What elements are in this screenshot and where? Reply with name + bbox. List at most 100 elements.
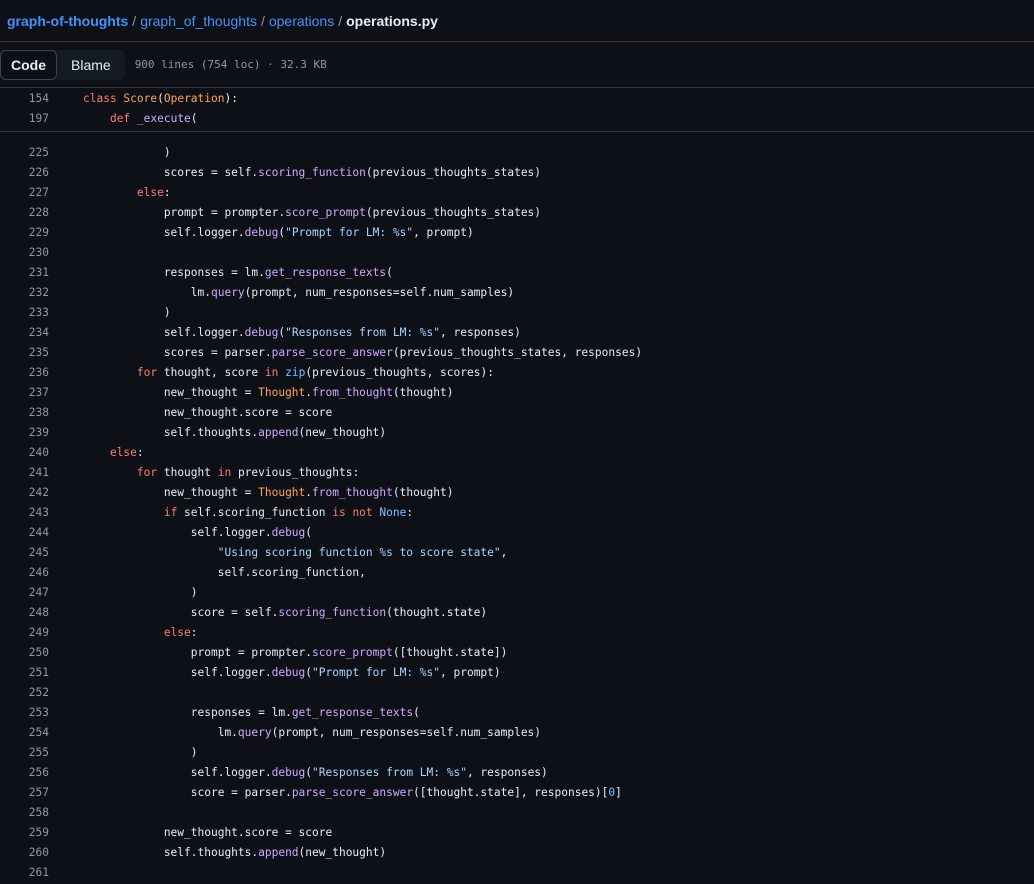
sticky-scope-header: 154 class Score(Operation): 197 def _execu… xyxy=(0,88,1034,132)
line-number[interactable]: 197 xyxy=(0,109,49,129)
line-number[interactable]: 249 xyxy=(0,623,49,643)
code-text: self.scoring_function, xyxy=(49,563,366,583)
code-token: class xyxy=(83,92,124,105)
code-token: zip xyxy=(285,366,306,379)
code-line: 258 xyxy=(0,803,1034,823)
line-number[interactable]: 260 xyxy=(0,843,49,863)
line-number[interactable]: 232 xyxy=(0,283,49,303)
code-token: , responses) xyxy=(466,766,548,779)
line-number[interactable]: 233 xyxy=(0,303,49,323)
line-number[interactable]: 252 xyxy=(0,683,49,703)
code-token: get_response_texts xyxy=(291,706,414,719)
code-token: (prompt, num_responses=self.num_samples) xyxy=(244,286,515,299)
code-token: self.logger. xyxy=(83,326,245,339)
code-token: parse_score_answer xyxy=(271,346,393,359)
code-text: responses = lm.get_response_texts( xyxy=(49,263,393,283)
code-text: self.logger.debug("Prompt for LM: %s", p… xyxy=(49,663,501,683)
code-token: Operation xyxy=(163,92,225,105)
line-number[interactable]: 250 xyxy=(0,643,49,663)
breadcrumb-separator: / xyxy=(338,12,343,29)
code-token: in xyxy=(264,366,279,379)
line-number[interactable]: 229 xyxy=(0,223,49,243)
code-line: 247 ) xyxy=(0,583,1034,603)
line-number[interactable]: 244 xyxy=(0,523,49,543)
code-line: 228 prompt = prompter.score_prompt(previ… xyxy=(0,203,1034,223)
line-number[interactable]: 228 xyxy=(0,203,49,223)
line-number[interactable]: 237 xyxy=(0,383,49,403)
code-token: ( xyxy=(190,112,198,125)
code-line: 256 self.logger.debug("Responses from LM… xyxy=(0,763,1034,783)
code-line: 239 self.thoughts.append(new_thought) xyxy=(0,423,1034,443)
code-token: else xyxy=(136,186,164,199)
code-text: "Using scoring function %s to score stat… xyxy=(49,543,508,563)
view-mode-toggle: Code Blame xyxy=(0,49,125,80)
code-line: 235 scores = parser.parse_score_answer(p… xyxy=(0,343,1034,363)
code-text: new_thought.score = score xyxy=(49,823,332,843)
line-number[interactable]: 226 xyxy=(0,163,49,183)
line-number[interactable]: 230 xyxy=(0,243,49,263)
code-tab[interactable]: Code xyxy=(0,49,57,80)
code-token: scoring_function xyxy=(278,606,387,619)
line-number[interactable]: 239 xyxy=(0,423,49,443)
code-token: scores = self. xyxy=(83,166,259,179)
code-line: 259 new_thought.score = score xyxy=(0,823,1034,843)
line-number[interactable]: 259 xyxy=(0,823,49,843)
line-number[interactable]: 258 xyxy=(0,803,49,823)
line-number[interactable]: 257 xyxy=(0,783,49,803)
line-number[interactable]: 227 xyxy=(0,183,49,203)
line-number[interactable]: 261 xyxy=(0,863,49,883)
code-token: ([thought.state]) xyxy=(392,646,508,659)
code-token: self.thoughts. xyxy=(83,426,259,439)
code-text: lm.query(prompt, num_responses=self.num_… xyxy=(49,283,514,303)
breadcrumb-dir-graph-of-thoughts-link[interactable]: graph_of_thoughts xyxy=(140,13,257,29)
code-token: : xyxy=(406,506,414,519)
code-token: score = parser. xyxy=(83,786,292,799)
code-token: self.scoring_function xyxy=(177,506,333,519)
blame-tab[interactable]: Blame xyxy=(57,50,125,80)
code-token: from_thought xyxy=(312,486,393,499)
line-number[interactable]: 235 xyxy=(0,343,49,363)
line-number[interactable]: 231 xyxy=(0,263,49,283)
line-number[interactable]: 154 xyxy=(0,89,49,109)
line-number[interactable]: 254 xyxy=(0,723,49,743)
line-number[interactable]: 256 xyxy=(0,763,49,783)
code-token: (prompt, num_responses=self.num_samples) xyxy=(271,726,542,739)
code-line: 237 new_thought = Thought.from_thought(t… xyxy=(0,383,1034,403)
line-number[interactable]: 251 xyxy=(0,663,49,683)
code-token: score_prompt xyxy=(285,206,366,219)
code-token: for xyxy=(136,366,158,379)
code-token: (thought) xyxy=(392,386,454,399)
line-number[interactable]: 242 xyxy=(0,483,49,503)
code-token: lm. xyxy=(83,286,211,299)
code-token: self.logger. xyxy=(83,226,245,239)
line-number[interactable]: 247 xyxy=(0,583,49,603)
code-line: 246 self.scoring_function, xyxy=(0,563,1034,583)
code-line: 260 self.thoughts.append(new_thought) xyxy=(0,843,1034,863)
code-token: prompt = prompter. xyxy=(83,206,286,219)
line-number[interactable]: 246 xyxy=(0,563,49,583)
line-number[interactable]: 253 xyxy=(0,703,49,723)
code-token: debug xyxy=(271,766,306,779)
line-number[interactable]: 248 xyxy=(0,603,49,623)
code-token: scores = parser. xyxy=(83,346,272,359)
code-line: 255 ) xyxy=(0,743,1034,763)
line-number[interactable]: 245 xyxy=(0,543,49,563)
line-number[interactable]: 241 xyxy=(0,463,49,483)
line-number[interactable]: 225 xyxy=(0,143,49,163)
code-line: 227 else: xyxy=(0,183,1034,203)
code-token: : xyxy=(136,446,144,459)
line-number[interactable]: 234 xyxy=(0,323,49,343)
line-number[interactable]: 240 xyxy=(0,443,49,463)
line-number[interactable]: 236 xyxy=(0,363,49,383)
breadcrumb-dir-operations-link[interactable]: operations xyxy=(269,13,334,29)
breadcrumb-repo-link[interactable]: graph-of-thoughts xyxy=(7,13,128,29)
line-number[interactable]: 255 xyxy=(0,743,49,763)
code-token: Thought xyxy=(258,486,306,499)
line-number[interactable]: 238 xyxy=(0,403,49,423)
code-token: , responses) xyxy=(440,326,521,339)
line-number[interactable]: 243 xyxy=(0,503,49,523)
